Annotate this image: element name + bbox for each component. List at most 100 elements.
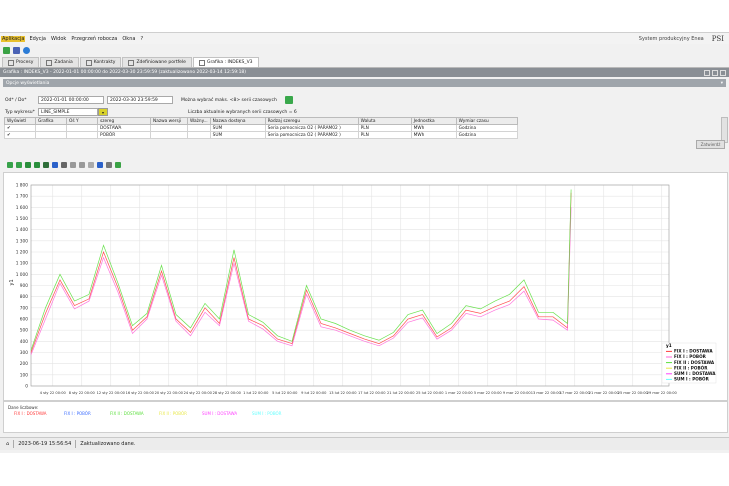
table-cell[interactable]: MWh <box>410 131 457 139</box>
menu-widok[interactable]: Widok <box>50 36 67 42</box>
chart-type-select[interactable]: LINE_SIMPLE <box>38 108 98 116</box>
y-tick-label: 1 300 <box>16 238 29 244</box>
x-tick-label: 12 sty 22 00:00 <box>97 391 126 395</box>
table-row[interactable]: ✔ POBÓR SUM Seria pomocnicza O2 ( PARAM02 )… <box>4 131 518 139</box>
table-cell[interactable]: DOSTAWA <box>97 124 151 132</box>
y-tick-label: 100 <box>20 372 28 378</box>
table-cell[interactable]: PLN <box>357 124 412 132</box>
psi-logo: PSI <box>711 34 724 43</box>
zoom-height-icon[interactable] <box>34 162 40 168</box>
y-tick-label: 1 200 <box>16 250 29 256</box>
table-cell[interactable]: SUM <box>209 124 266 132</box>
table-row[interactable]: ✔ DOSTAWA SUM Seria pomocnicza O2 ( PARAM02… <box>4 124 518 132</box>
home-icon[interactable]: ⌂ <box>6 441 9 447</box>
col-header[interactable]: Grafika <box>35 117 67 125</box>
table-cell[interactable]: ✔ <box>4 131 36 139</box>
grid-icon[interactable] <box>70 162 76 168</box>
export-icon[interactable] <box>115 162 121 168</box>
x-tick-label: 4 sty 22 00:00 <box>40 391 67 395</box>
y-tick-label: 500 <box>20 328 28 334</box>
info-icon[interactable] <box>23 46 30 54</box>
y-tick-label: 600 <box>20 317 28 323</box>
chart-legend-item: FIX II : DOSTAWA <box>674 360 715 365</box>
x-tick-label: 5 mar 22 00:00 <box>474 391 503 395</box>
col-header[interactable]: Jednostka <box>410 117 457 125</box>
table-cell[interactable] <box>187 131 211 139</box>
y-axis-label: y1 <box>9 279 15 285</box>
chart-area[interactable]: 0 100 200 300 400 500 600 700 800 900 1 000 1 100 1 … <box>3 172 728 401</box>
max-series-label: Można wybrać maks. <8> serii czasowych <box>181 97 277 103</box>
x-tick-label: 20 sty 22 00:00 <box>155 391 184 395</box>
date-from-input[interactable]: 2022-01-01 00:00:00 <box>38 96 104 104</box>
add-series-icon[interactable] <box>284 96 293 104</box>
table-cell[interactable]: Godzina <box>455 124 518 132</box>
copy-icon[interactable] <box>61 162 67 168</box>
menu-przestrzen[interactable]: Przegrzeń robocza <box>70 36 118 42</box>
forward-icon[interactable] <box>16 162 22 168</box>
save-icon[interactable] <box>97 162 103 168</box>
col-header[interactable]: Wymiar czasu <box>455 117 518 125</box>
x-tick-label: 17 lut 22 00:00 <box>358 391 386 395</box>
col-header[interactable]: Waluta <box>357 117 412 125</box>
table-cell[interactable] <box>66 124 98 132</box>
settings-icon[interactable] <box>88 162 94 168</box>
menu-aplikacja[interactable]: Aplikacja <box>1 35 26 42</box>
table-cell[interactable] <box>187 124 211 132</box>
col-header[interactable]: Nazwa dostęna <box>209 117 266 125</box>
x-tick-label: 13 mar 22 00:00 <box>531 391 562 395</box>
menu-edycja[interactable]: Edycja <box>28 36 47 42</box>
table-cell[interactable]: SUM <box>209 131 266 139</box>
table-cell[interactable]: MWh <box>410 124 457 132</box>
y-tick-label: 1 100 <box>16 261 29 267</box>
y-tick-label: 1 000 <box>16 272 29 278</box>
apply-button[interactable]: Zatwierdź <box>696 140 725 149</box>
y-tick-label: 800 <box>20 294 28 300</box>
table-cell[interactable]: PLN <box>357 131 412 139</box>
col-header[interactable]: Rodzaj szeregu <box>264 117 359 125</box>
line-chart[interactable]: 0 100 200 300 400 500 600 700 800 900 1 000 1 100 1 … <box>4 173 727 400</box>
back-icon[interactable] <box>7 162 13 168</box>
col-header[interactable]: Wyświetl <box>4 117 36 125</box>
y-tick-label: 400 <box>20 339 28 345</box>
table-cell[interactable]: Godzina <box>455 131 518 139</box>
undo-icon[interactable] <box>52 162 58 168</box>
col-header[interactable]: Ważny... <box>187 117 211 125</box>
status-timestamp: 2023-06-19 15:56:54 <box>18 441 72 447</box>
y-tick-label: 700 <box>20 305 28 311</box>
table-cell[interactable]: ✔ <box>4 124 36 132</box>
y-tick-label: 900 <box>20 283 28 289</box>
chart-type-button[interactable]: ▾ <box>98 108 108 116</box>
series-table: Wyświetl Grafika Oś Y szereg Nazwa wersj… <box>4 117 518 139</box>
table-cell[interactable] <box>66 131 98 139</box>
y-tick-label: 0 <box>25 384 28 390</box>
table-cell[interactable]: Seria pomocnicza O2 ( PARAM02 ) <box>264 124 359 132</box>
numeric-data-caption: Dane liczbowe: <box>8 405 39 410</box>
y-tick-label: 1 400 <box>16 227 29 233</box>
col-header[interactable]: Nazwa wersji <box>150 117 188 125</box>
table-cell[interactable] <box>35 124 67 132</box>
print-icon[interactable] <box>106 162 112 168</box>
layout-icon[interactable] <box>13 46 20 54</box>
status-message: Zaktualizowano dane. <box>80 441 136 447</box>
legend-item: SUM I : DOSTAWA <box>202 411 238 416</box>
zoom-reset-icon[interactable] <box>43 162 49 168</box>
table-cell[interactable]: Seria pomocnicza O2 ( PARAM02 ) <box>264 131 359 139</box>
x-tick-label: 8 sty 22 00:00 <box>69 391 96 395</box>
refresh-icon[interactable] <box>3 46 10 54</box>
series-count-label: Liczba aktualnie wybranych serii czasowy… <box>188 109 297 115</box>
table-cell[interactable] <box>150 131 188 139</box>
zoom-width-icon[interactable] <box>25 162 31 168</box>
col-header[interactable]: Oś Y <box>66 117 98 125</box>
numeric-data-panel: Dane liczbowe: FIX I : DOSTAWA FIX I : P… <box>3 401 728 433</box>
x-tick-label: 9 mar 22 00:00 <box>503 391 532 395</box>
table-cell[interactable] <box>150 124 188 132</box>
menu-help[interactable]: ? <box>139 36 144 42</box>
chart-type-label: Typ wykresu* <box>5 109 35 115</box>
col-header[interactable]: szereg <box>97 117 151 125</box>
table-cell[interactable] <box>35 131 67 139</box>
table-icon[interactable] <box>79 162 85 168</box>
chart-legend-item: SUM I : POBÓR <box>674 377 710 382</box>
date-to-input[interactable]: 2022-03-30 23:59:59 <box>107 96 173 104</box>
table-cell[interactable]: POBÓR <box>97 131 151 139</box>
menu-okna[interactable]: Okna <box>121 36 136 42</box>
